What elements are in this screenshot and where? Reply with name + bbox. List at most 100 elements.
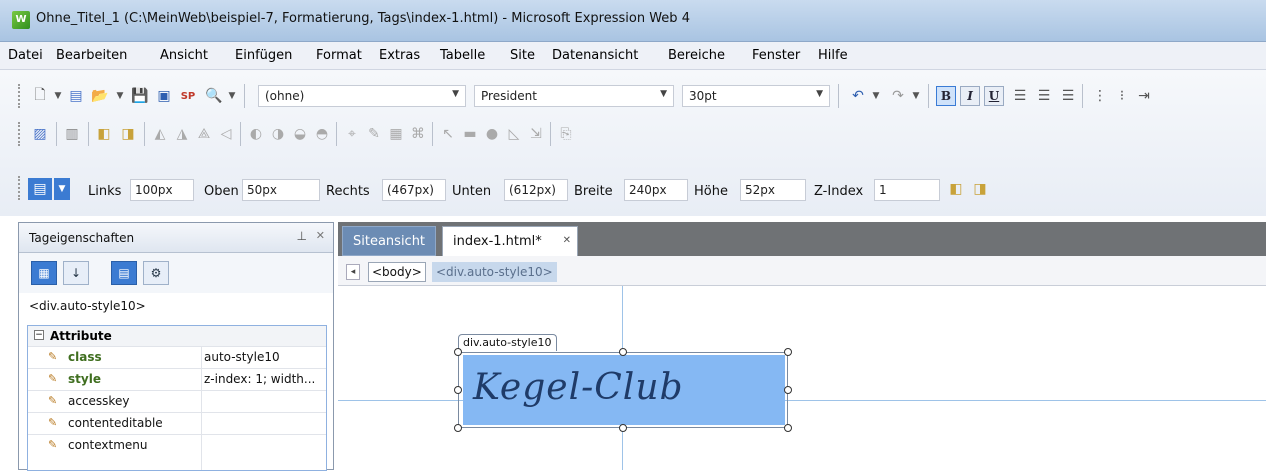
collapse-icon[interactable]: − [34, 330, 44, 340]
chevron-left-icon[interactable]: ◂ [346, 264, 360, 280]
zindex-field[interactable]: 1 [874, 179, 940, 201]
send-backward-icon[interactable]: ◨ [118, 124, 138, 144]
font-combo[interactable]: President ▼ [474, 85, 674, 107]
breadcrumb-div[interactable]: <div.auto-style10> [432, 262, 557, 282]
div-text[interactable]: Kegel-Club [473, 367, 684, 408]
save-icon[interactable]: 💾 [130, 86, 150, 106]
selected-div[interactable]: Kegel-Club [458, 352, 788, 428]
brightness-more-icon[interactable]: ◒ [290, 124, 310, 144]
numbered-list-icon[interactable]: ⋮ [1090, 86, 1110, 106]
bring-forward-icon[interactable]: ◧ [94, 124, 114, 144]
align-left-icon[interactable]: ☰ [1010, 86, 1030, 106]
links-field[interactable]: 100px [130, 179, 194, 201]
underline-button[interactable]: U [984, 86, 1004, 106]
indent-icon[interactable]: ⇥ [1134, 86, 1154, 106]
breadcrumb-body[interactable]: <body> [368, 262, 426, 282]
menu-site[interactable]: Site [510, 48, 535, 63]
menu-ansicht[interactable]: Ansicht [160, 48, 208, 63]
menu-extras[interactable]: Extras [379, 48, 420, 63]
open-folder-icon[interactable]: 📂 [90, 86, 110, 106]
property-row[interactable]: ✎ contextmenu [28, 434, 326, 456]
preview-icon[interactable]: 🔍 [204, 86, 224, 106]
crop-icon[interactable]: ⌖ [342, 124, 362, 144]
attribute-group[interactable]: − Attribute [28, 326, 326, 346]
div-tag-label[interactable]: div.auto-style10 [458, 334, 557, 351]
bold-button[interactable]: B [936, 86, 956, 106]
menu-tabelle[interactable]: Tabelle [440, 48, 485, 63]
tag-properties-button[interactable]: ⚙ [143, 261, 169, 285]
hoehe-field[interactable]: 52px [740, 179, 806, 201]
send-backward-icon[interactable]: ◨ [970, 179, 990, 199]
position-absolute-icon[interactable]: ▤ [28, 178, 52, 200]
open-dropdown-icon[interactable]: ▼ [110, 86, 130, 106]
rotate-left-icon[interactable]: ◭ [150, 124, 170, 144]
brightness-less-icon[interactable]: ◓ [312, 124, 332, 144]
new-page-icon[interactable]: 🗋 [30, 86, 50, 106]
redo-icon[interactable]: ↷ [888, 86, 908, 106]
position-dropdown-icon[interactable]: ▼ [54, 178, 70, 200]
property-row[interactable]: ✎ style z-index: 1; width... [28, 368, 326, 390]
pin-icon[interactable]: ⊥ [297, 229, 307, 243]
picture-tool-icon[interactable]: ▥ [62, 124, 82, 144]
circle-hotspot-icon[interactable]: ● [482, 124, 502, 144]
rechts-field[interactable]: (467px) [382, 179, 446, 201]
resize-handle[interactable] [784, 348, 792, 356]
sort-az-button[interactable]: ↓ [63, 261, 89, 285]
menu-fenster[interactable]: Fenster [752, 48, 800, 63]
resize-handle[interactable] [454, 424, 462, 432]
style-combo[interactable]: (ohne) ▼ [258, 85, 466, 107]
resize-handle[interactable] [619, 424, 627, 432]
bevel-icon[interactable]: ⌘ [408, 124, 428, 144]
property-value[interactable]: z-index: 1; width... [204, 372, 324, 386]
resize-handle[interactable] [784, 386, 792, 394]
resize-handle[interactable] [454, 386, 462, 394]
redo-dropdown-icon[interactable]: ▼ [906, 86, 926, 106]
categorized-view-button[interactable]: ▦ [31, 261, 57, 285]
italic-button[interactable]: I [960, 86, 980, 106]
close-icon[interactable]: ✕ [563, 235, 571, 246]
menu-hilfe[interactable]: Hilfe [818, 48, 848, 63]
menu-bearbeiten[interactable]: Bearbeiten [56, 48, 127, 63]
restore-icon[interactable]: ⎘ [556, 124, 576, 144]
bullet-list-icon[interactable]: ⁝ [1112, 86, 1132, 106]
contrast-more-icon[interactable]: ◐ [246, 124, 266, 144]
select-icon[interactable]: ↖ [438, 124, 458, 144]
design-view[interactable]: div.auto-style10 Kegel-Club [338, 286, 1266, 470]
open-icon[interactable]: ▤ [66, 86, 86, 106]
undo-icon[interactable]: ↶ [848, 86, 868, 106]
grayscale-icon[interactable]: ▦ [386, 124, 406, 144]
toolbar-grip[interactable] [18, 84, 22, 108]
undo-dropdown-icon[interactable]: ▼ [866, 86, 886, 106]
unten-field[interactable]: (612px) [504, 179, 568, 201]
bring-forward-icon[interactable]: ◧ [946, 179, 966, 199]
polygon-hotspot-icon[interactable]: ◺ [504, 124, 524, 144]
insert-picture-icon[interactable]: ▨ [30, 124, 50, 144]
set-transparent-icon[interactable]: ✎ [364, 124, 384, 144]
size-combo[interactable]: 30pt ▼ [682, 85, 830, 107]
highlight-hotspots-icon[interactable]: ⇲ [526, 124, 546, 144]
oben-field[interactable]: 50px [242, 179, 320, 201]
menu-bereiche[interactable]: Bereiche [668, 48, 725, 63]
flip-vertical-icon[interactable]: ◁ [216, 124, 236, 144]
resize-handle[interactable] [454, 348, 462, 356]
new-dropdown-icon[interactable]: ▼ [48, 86, 68, 106]
flip-horizontal-icon[interactable]: ⟁ [194, 124, 214, 144]
save-all-icon[interactable]: ▣ [154, 86, 174, 106]
toolbar-grip[interactable] [18, 122, 22, 146]
align-center-icon[interactable]: ☰ [1034, 86, 1054, 106]
menu-datenansicht[interactable]: Datenansicht [552, 48, 638, 63]
breite-field[interactable]: 240px [624, 179, 688, 201]
rotate-right-icon[interactable]: ◮ [172, 124, 192, 144]
property-row[interactable]: ✎ accesskey [28, 390, 326, 412]
show-set-properties-button[interactable]: ▤ [111, 261, 137, 285]
align-right-icon[interactable]: ☰ [1058, 86, 1078, 106]
menu-format[interactable]: Format [316, 48, 362, 63]
resize-handle[interactable] [619, 348, 627, 356]
close-icon[interactable]: ✕ [316, 229, 325, 242]
property-value[interactable]: auto-style10 [204, 350, 324, 364]
property-row[interactable]: ✎ contenteditable [28, 412, 326, 434]
preview-dropdown-icon[interactable]: ▼ [222, 86, 242, 106]
rectangle-hotspot-icon[interactable]: ▬ [460, 124, 480, 144]
tab-index-html[interactable]: index-1.html* ✕ [442, 226, 578, 256]
tab-siteansicht[interactable]: Siteansicht [342, 226, 437, 256]
